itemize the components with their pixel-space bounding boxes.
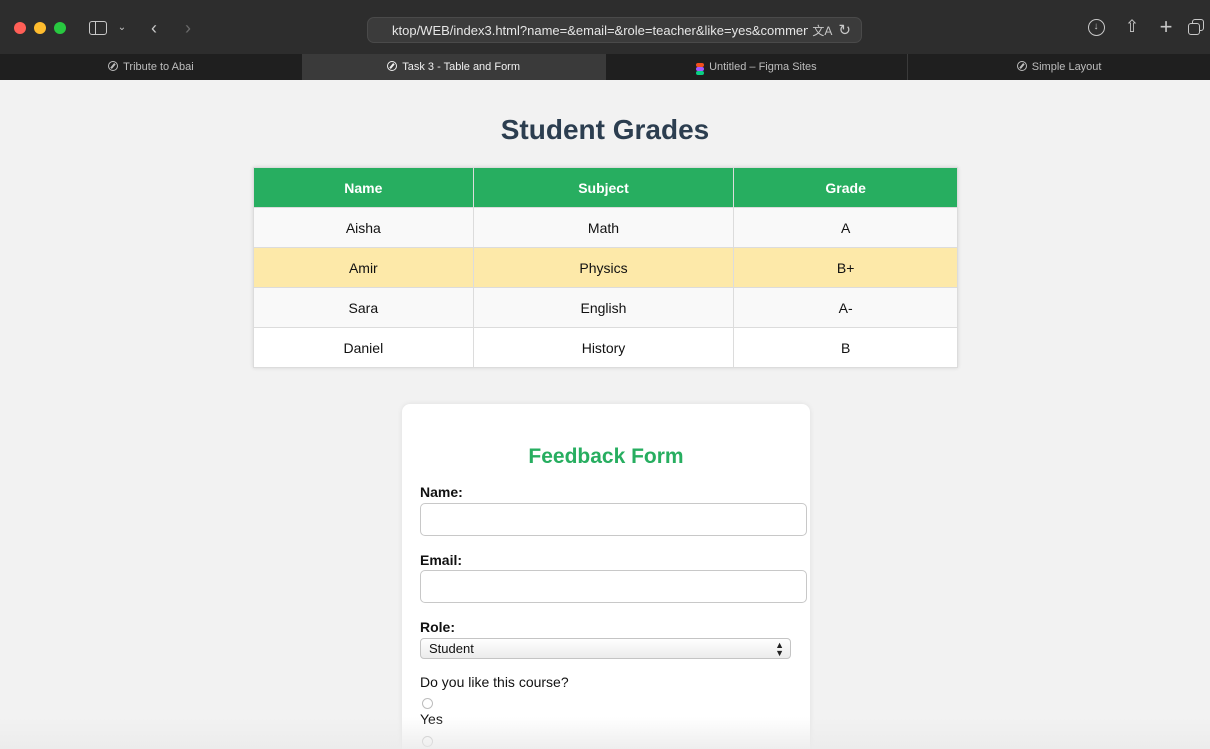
tab-label: Untitled – Figma Sites (709, 61, 817, 73)
tab-figma-sites[interactable]: Untitled – Figma Sites (606, 54, 909, 80)
sidebar-icon[interactable] (86, 18, 110, 38)
header-name: Name (253, 167, 474, 208)
cell-grade: B (733, 327, 958, 368)
compass-icon (1016, 60, 1027, 74)
email-input[interactable] (420, 570, 807, 603)
forward-arrow-icon[interactable]: › (180, 19, 196, 37)
email-label: Email: (420, 552, 463, 568)
share-icon[interactable]: ⇧ (1122, 16, 1142, 38)
cell-subject: History (472, 327, 735, 368)
cell-subject: English (472, 287, 735, 328)
cell-grade: A (733, 207, 958, 248)
course-question: Do you like this course? (420, 674, 569, 690)
cell-name: Amir (253, 247, 474, 288)
name-label: Name: (420, 484, 463, 500)
address-text[interactable]: ktop/WEB/index3.html?name=&email=&role=t… (392, 23, 808, 38)
address-bar[interactable]: ktop/WEB/index3.html?name=&email=&role=t… (367, 17, 862, 43)
cell-name: Daniel (253, 327, 474, 368)
plus-icon[interactable]: + (1156, 16, 1176, 38)
name-input[interactable] (420, 503, 807, 536)
role-label: Role: (420, 619, 455, 635)
back-arrow-icon[interactable]: ‹ (146, 19, 162, 37)
reload-icon[interactable]: ↻ (838, 21, 851, 39)
role-selected-value: Student (429, 641, 474, 656)
tab-label: Simple Layout (1031, 61, 1102, 73)
tab-simple-layout[interactable]: Simple Layout (908, 54, 1210, 80)
table-row: Daniel History B (253, 327, 958, 368)
tab-task-3[interactable]: Task 3 - Table and Form (302, 54, 606, 80)
tab-bar: Tribute to Abai Task 3 - Table and Form … (0, 54, 1210, 80)
form-title: Feedback Form (528, 445, 684, 468)
tab-label: Task 3 - Table and Form (402, 61, 521, 73)
cell-subject: Math (472, 207, 735, 248)
cell-name: Aisha (253, 207, 474, 248)
figma-icon (696, 59, 705, 75)
radio-no[interactable] (422, 736, 433, 747)
zoom-window-button[interactable] (54, 22, 66, 34)
cell-grade: A- (733, 287, 958, 328)
cell-grade: B+ (733, 247, 958, 288)
cell-name: Sara (253, 287, 474, 328)
table-row: Aisha Math A (253, 207, 958, 248)
tab-overview-icon[interactable] (1186, 18, 1208, 38)
grades-table: Name Subject Grade Aisha Math A Amir Phy… (253, 167, 958, 368)
tab-label: Tribute to Abai (123, 61, 194, 73)
radio-yes-label: Yes (420, 711, 443, 727)
radio-yes[interactable] (422, 698, 433, 709)
close-window-button[interactable] (14, 22, 26, 34)
cell-subject: Physics (472, 247, 735, 288)
translate-icon[interactable]: 文A (812, 22, 832, 39)
table-header-row: Name Subject Grade (253, 167, 958, 208)
header-subject: Subject (472, 167, 735, 208)
download-icon[interactable]: ↓ (1086, 17, 1106, 37)
table-row: Amir Physics B+ (253, 247, 958, 288)
table-row: Sara English A- (253, 287, 958, 328)
browser-toolbar: ⌄ ‹ › ktop/WEB/index3.html?name=&email=&… (0, 0, 1210, 54)
chevron-down-icon[interactable]: ⌄ (116, 20, 128, 36)
role-select[interactable]: Student ▲ ▼ (420, 638, 791, 659)
tab-tribute-to-abai[interactable]: Tribute to Abai (0, 54, 303, 80)
select-arrows-icon: ▲ ▼ (775, 640, 784, 658)
feedback-form: Feedback Form Name: Email: Role: Student… (402, 404, 810, 749)
minimize-window-button[interactable] (34, 22, 46, 34)
compass-icon (108, 60, 119, 74)
header-grade: Grade (733, 167, 958, 208)
compass-icon (387, 60, 398, 74)
page-title: Student Grades (500, 114, 710, 145)
